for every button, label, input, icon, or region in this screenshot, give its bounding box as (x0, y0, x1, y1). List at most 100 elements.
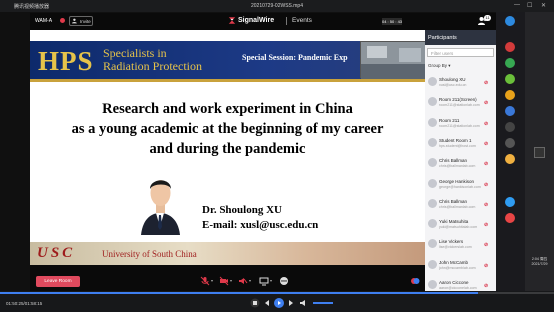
muted-mic-icon[interactable]: ⊘ (484, 242, 488, 248)
chat-icon[interactable] (410, 276, 420, 286)
participant-count-badge: 11 (484, 15, 491, 21)
participant-name: Lise Vickers (439, 239, 464, 245)
muted-mic-icon[interactable]: ⊘ (484, 222, 488, 228)
muted-mic-icon[interactable]: ⊘ (484, 141, 488, 147)
muted-mic-icon[interactable]: ⊘ (484, 100, 488, 106)
maximize-icon[interactable]: ☐ (527, 2, 532, 9)
participant-row[interactable]: Room 211(Screen) room211@stationlab.com ⊘ (425, 95, 496, 115)
muted-mic-icon[interactable]: ⊘ (484, 161, 488, 167)
participant-name: Chris Ballman (439, 198, 468, 204)
avatar (428, 239, 437, 249)
participant-row[interactable]: John McCamb john@mccamblab.com ⊘ (425, 258, 496, 278)
window-icon[interactable] (534, 147, 545, 158)
participant-row[interactable]: Yuki Matsuhita yuki@matsuhitalab.com ⊘ (425, 217, 496, 237)
app-rail (496, 12, 525, 291)
participant-email: chris@ballmanlab.com (439, 204, 476, 209)
participant-email: hps.student@host.com (439, 143, 476, 148)
app-icon[interactable] (505, 58, 515, 68)
avatar (428, 198, 437, 208)
participant-email: room211@stationlab.com (439, 123, 480, 128)
app-icon[interactable] (505, 74, 515, 84)
player-title-bar: 腾讯视频播放器 20210729-02WSS.mp4 — ☐ ✕ (0, 0, 554, 12)
group-by-dropdown[interactable]: Group By ▾ (428, 63, 451, 69)
volume-icon[interactable] (299, 298, 309, 308)
camera-feed-image (361, 42, 425, 79)
participant-row[interactable]: Student Room 1 hps.student@host.com ⊘ (425, 136, 496, 156)
previous-icon[interactable] (262, 298, 272, 308)
participant-row[interactable]: Shoulong XU xusl@usc.edu.cn ⊘ (425, 75, 496, 95)
muted-mic-icon[interactable]: ⊘ (484, 263, 488, 269)
signalwire-logo-icon (228, 17, 236, 24)
avatar (428, 259, 437, 269)
usc-logo-text: USC (37, 245, 76, 261)
banner-gold-rule (30, 79, 425, 82)
app-icon[interactable] (505, 197, 515, 207)
room-name[interactable]: WAM-A (35, 18, 52, 24)
slide-title: Research and work experiment in China as… (30, 99, 425, 159)
system-clock[interactable]: 2:04 周四 2021/7/29 (525, 257, 554, 266)
volume-slider[interactable] (313, 302, 333, 304)
session-title: Special Session: Pandemic Exp (242, 53, 348, 62)
clock-date: 2021/7/29 (531, 261, 548, 266)
app-icon[interactable] (505, 213, 515, 223)
app-icon[interactable] (505, 106, 515, 116)
minimize-icon[interactable]: — (514, 2, 520, 8)
muted-mic-icon[interactable]: ⊘ (484, 121, 488, 127)
participant-name: Chris Ballman (439, 158, 468, 164)
chevron-down-icon[interactable]: ▾ (211, 278, 213, 283)
more-options-icon[interactable] (279, 276, 289, 286)
app-icon[interactable] (505, 16, 515, 26)
chevron-down-icon[interactable]: ▾ (270, 278, 272, 283)
logo-sub-line: Radiation Protection (103, 59, 202, 73)
hps-logo-text: HPS (38, 46, 94, 76)
playback-time: 01:50:25/01:58:15 (6, 301, 43, 306)
participant-name: Room 211(Screen) (439, 97, 477, 103)
microphone-muted-icon[interactable] (200, 276, 210, 286)
screen-share-icon[interactable] (259, 276, 269, 286)
avatar (428, 178, 437, 188)
stop-icon[interactable] (250, 298, 260, 308)
camera-muted-icon[interactable] (219, 276, 229, 286)
participant-row[interactable]: Chris Ballman chris@ballmanlab.com ⊘ (425, 156, 496, 176)
system-taskbar: 2:04 周四 2021/7/29 (525, 12, 554, 291)
muted-mic-icon[interactable]: ⊘ (484, 182, 488, 188)
section-title: Events (292, 17, 312, 24)
video-stage: HPS Specialists in Radiation Protection … (30, 30, 425, 265)
invite-button[interactable]: Invite (69, 16, 93, 26)
filter-users-input[interactable]: Filter users (427, 48, 494, 57)
chevron-down-icon[interactable]: ▾ (230, 278, 232, 283)
progress-fill (0, 292, 479, 294)
participant-row[interactable]: Aaron Ciccone aaron@cicconelab.com ⊘ (425, 278, 496, 291)
leave-room-button[interactable]: Leave Room (36, 276, 80, 287)
play-icon[interactable] (274, 298, 284, 308)
player-file-title: 20210729-02WSS.mp4 (251, 3, 303, 9)
avatar (428, 158, 437, 168)
add-user-icon (72, 18, 77, 24)
participant-email: george@hankisonlab.com (439, 184, 481, 189)
speaker-muted-icon[interactable] (238, 276, 248, 286)
next-icon[interactable] (286, 298, 296, 308)
participant-row[interactable]: George Hankison george@hankisonlab.com ⊘ (425, 177, 496, 197)
avatar (428, 117, 437, 127)
participant-row[interactable]: Room 211 room211@stationlab.com ⊘ (425, 116, 496, 136)
app-icon[interactable] (505, 42, 515, 52)
muted-mic-icon[interactable]: ⊘ (484, 80, 488, 86)
participant-row[interactable]: Lise Vickers lise@vickerslab.com ⊘ (425, 237, 496, 257)
slide-title-line: as a young academic at the beginning of … (71, 121, 384, 137)
app-icon[interactable] (505, 154, 515, 164)
muted-mic-icon[interactable]: ⊘ (484, 283, 488, 289)
participant-name: Aaron Ciccone (439, 280, 469, 285)
signalwire-header: WAM-A Invite SignalWire Events 04 : 50 :… (30, 13, 525, 30)
app-icon[interactable] (505, 122, 515, 132)
invite-label: Invite (80, 19, 91, 24)
avatar (428, 77, 437, 86)
muted-mic-icon[interactable]: ⊘ (484, 202, 488, 208)
participant-row[interactable]: Chris Ballman chris@ballmanlab.com ⊘ (425, 197, 496, 217)
chevron-down-icon[interactable]: ▾ (249, 278, 251, 283)
participant-email: john@mccamblab.com (439, 265, 476, 270)
app-icon[interactable] (505, 90, 515, 100)
avatar (428, 280, 437, 289)
camera-thumbnail[interactable] (360, 41, 425, 79)
close-icon[interactable]: ✕ (541, 2, 546, 9)
app-icon[interactable] (505, 138, 515, 148)
